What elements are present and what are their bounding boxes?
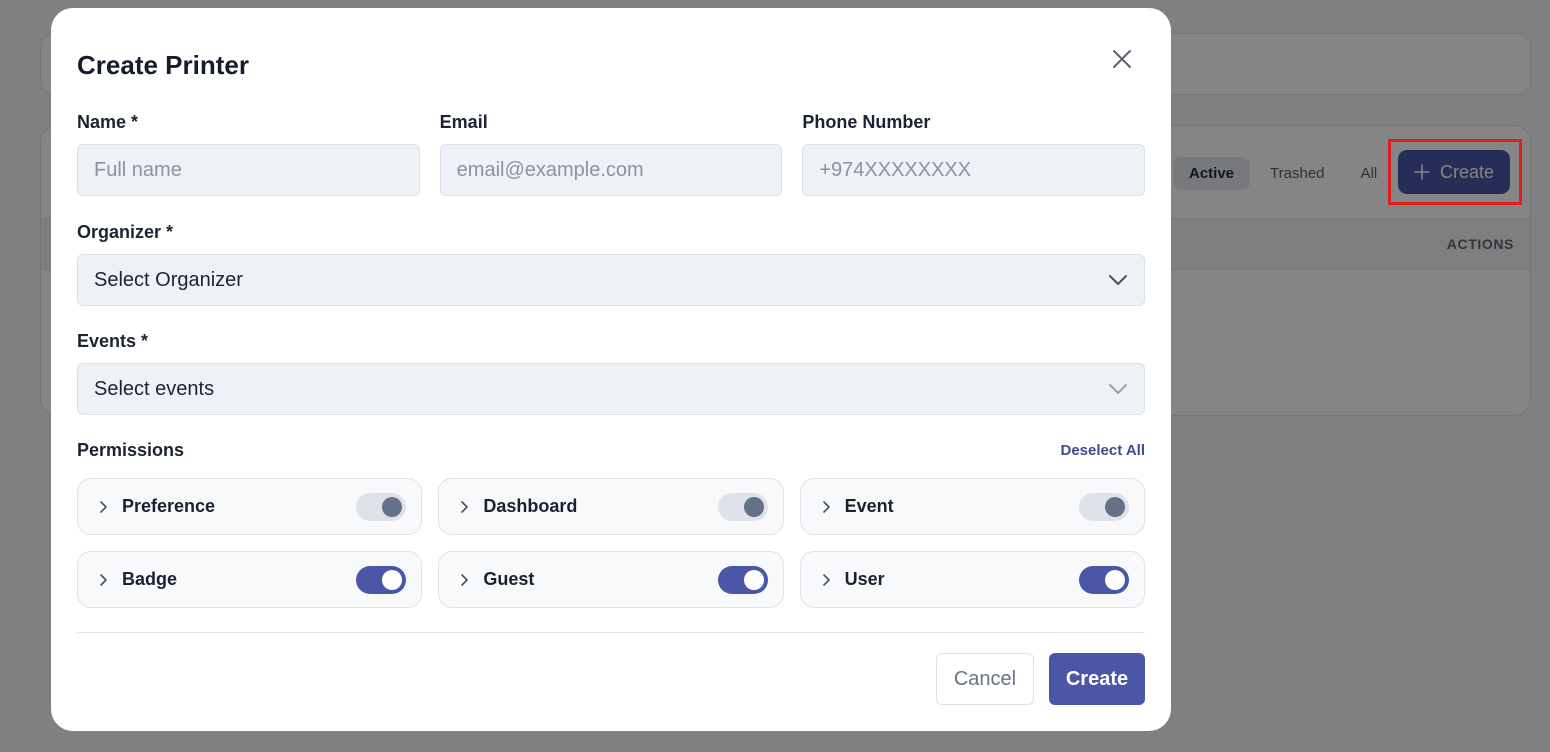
modal-title: Create Printer: [77, 50, 249, 80]
permissions-header: Permissions Deselect All: [77, 440, 1145, 461]
toggle-knob: [1105, 569, 1125, 590]
chevron-down-icon: [1109, 275, 1127, 285]
organizer-label: Organizer *: [77, 222, 174, 242]
create-button[interactable]: Create: [1049, 653, 1145, 705]
events-select-value: Select events: [94, 377, 215, 400]
create-printer-modal: Create Printer Name * Email Phone Number…: [51, 8, 1171, 731]
events-label: Events *: [77, 331, 149, 351]
toggle-knob: [1105, 496, 1125, 517]
permission-guest[interactable]: Guest: [438, 551, 784, 608]
permission-user[interactable]: User: [799, 551, 1145, 608]
events-field-group: Events * Select events: [77, 331, 1145, 415]
permission-event[interactable]: Event: [799, 478, 1145, 535]
phone-label: Phone Number: [802, 112, 931, 132]
toggle-knob: [743, 569, 764, 590]
permission-toggle[interactable]: [1079, 565, 1129, 594]
chevron-right-icon: [822, 573, 830, 586]
permission-toggle[interactable]: [1079, 492, 1129, 521]
close-icon: [1113, 50, 1131, 68]
permissions-grid: Preference Dashboard Event Badge Guest U…: [77, 478, 1145, 608]
name-field-group: Name *: [77, 112, 420, 196]
toggle-knob: [382, 496, 403, 517]
permission-name: Event: [844, 496, 894, 516]
phone-field-group: Phone Number: [802, 112, 1146, 196]
phone-input[interactable]: [802, 144, 1146, 196]
chevron-right-icon: [100, 500, 107, 513]
chevron-down-icon: [1109, 384, 1127, 394]
chevron-right-icon: [461, 573, 469, 586]
permission-name: User: [844, 569, 885, 589]
name-input[interactable]: [77, 144, 420, 196]
email-field-group: Email: [439, 112, 783, 196]
toggle-knob: [382, 569, 403, 590]
cancel-button[interactable]: Cancel: [936, 653, 1034, 705]
deselect-all-button[interactable]: Deselect All: [1061, 442, 1146, 459]
permission-name: Dashboard: [483, 496, 578, 516]
toggle-knob: [743, 496, 764, 517]
permission-toggle[interactable]: [717, 565, 768, 594]
email-label: Email: [439, 112, 488, 132]
name-label: Name *: [77, 112, 139, 132]
permission-toggle[interactable]: [717, 492, 768, 521]
organizer-select-value: Select Organizer: [94, 268, 243, 291]
permission-name: Guest: [483, 569, 535, 589]
permission-name: Badge: [122, 569, 178, 589]
permission-toggle[interactable]: [356, 565, 407, 594]
modal-footer: Cancel Create: [936, 653, 1145, 705]
permission-preference[interactable]: Preference: [77, 478, 423, 535]
organizer-select[interactable]: Select Organizer: [77, 254, 1145, 306]
email-input[interactable]: [439, 144, 783, 196]
footer-divider: [77, 632, 1145, 633]
chevron-right-icon: [100, 573, 107, 586]
organizer-field-group: Organizer * Select Organizer: [77, 222, 1145, 306]
permission-name: Preference: [122, 496, 216, 516]
highlight-annotation: [1388, 139, 1522, 205]
close-button[interactable]: [1109, 46, 1135, 72]
chevron-right-icon: [461, 500, 469, 513]
permissions-title: Permissions: [77, 440, 185, 460]
permission-toggle[interactable]: [356, 492, 407, 521]
permission-dashboard[interactable]: Dashboard: [438, 478, 784, 535]
events-select[interactable]: Select events: [77, 363, 1145, 415]
permission-badge[interactable]: Badge: [77, 551, 423, 608]
chevron-right-icon: [822, 500, 830, 513]
